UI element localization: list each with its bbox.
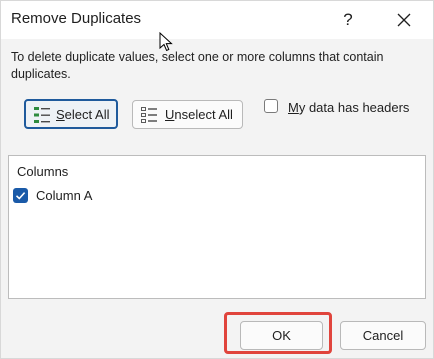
column-label: Column A: [36, 188, 93, 203]
remove-duplicates-dialog: Remove Duplicates ? To delete duplicate …: [0, 0, 434, 359]
unselect-all-button[interactable]: Unselect All: [132, 100, 243, 129]
columns-list: Columns Column A: [8, 155, 426, 299]
close-button[interactable]: [387, 5, 421, 35]
cancel-label: Cancel: [362, 328, 404, 343]
unselect-all-label: Unselect All: [165, 107, 233, 122]
cancel-button[interactable]: Cancel: [340, 321, 426, 350]
help-button[interactable]: ?: [333, 5, 363, 35]
select-all-label: Select All: [56, 107, 110, 122]
column-item[interactable]: Column A: [13, 186, 133, 206]
unselect-all-icon: [141, 107, 157, 123]
select-all-icon: [34, 107, 50, 123]
column-checkbox[interactable]: [13, 188, 28, 203]
mouse-pointer-icon: [159, 32, 173, 52]
ok-label: OK: [272, 328, 291, 343]
help-icon: ?: [343, 10, 353, 29]
select-all-button[interactable]: Select All: [24, 99, 118, 129]
my-data-has-headers-label[interactable]: My data has headers: [288, 100, 409, 115]
ok-button[interactable]: OK: [240, 321, 323, 350]
columns-header: Columns: [17, 164, 69, 179]
title-bar: Remove Duplicates ?: [1, 1, 433, 39]
close-icon: [397, 13, 411, 27]
instructions-text: To delete duplicate values, select one o…: [11, 50, 384, 81]
dialog-title: Remove Duplicates: [11, 10, 142, 27]
my-data-has-headers-checkbox[interactable]: [264, 99, 278, 113]
checkmark-icon: [15, 192, 26, 200]
